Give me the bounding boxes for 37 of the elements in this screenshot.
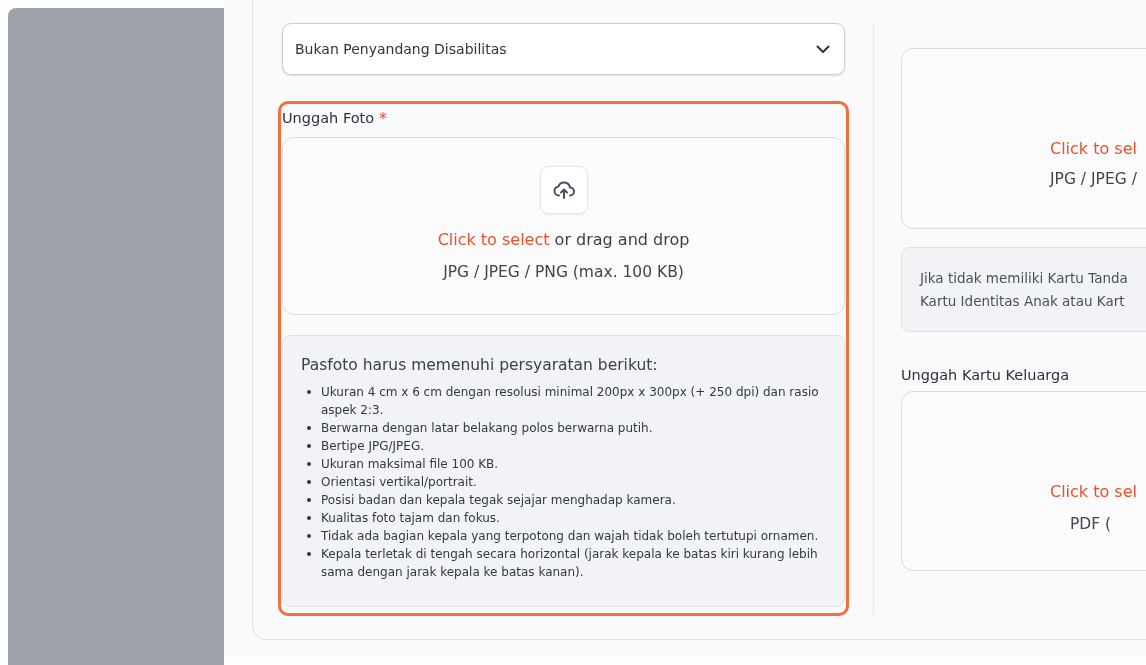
select-file-link[interactable]: Click to sel [1050,482,1146,501]
upload-dropzone[interactable]: Click to select or drag and drop JPG / JPEG / PNG (max. 100 KB) [282,137,845,315]
bullet-icon [307,480,311,484]
requirement-text: Bertipe JPG/JPEG. [321,438,424,455]
cloud-upload-icon [539,166,588,214]
note-text: Jika tidak memiliki Kartu Tanda [920,269,1129,288]
requirement-text: Ukuran maksimal file 100 KB. [321,456,499,473]
bullet-icon [307,516,311,520]
file-format-hint: PDF ( [1069,515,1113,533]
bullet-icon [307,426,311,430]
required-mark: * [379,110,387,128]
field-label: Unggah Kartu Keluarga [901,367,1071,383]
chevron-down-icon [816,44,830,54]
upload-dropzone[interactable]: Click to sel PDF ( [901,391,1146,571]
requirement-text: Orientasi vertikal/portrait. [321,474,477,491]
requirements-title: Pasfoto harus memenuhi persyaratan berikut: [301,356,659,374]
field-label: Unggah Foto [282,110,375,126]
requirement-text: Posisi badan dan kepala tegak sejajar menghadap kamera. [321,492,676,509]
requirement-text: Berwarna dengan latar belakang polos berwarna putih. [321,420,653,437]
upload-instruction: Click to select or drag and drop [437,230,690,249]
file-format-hint: JPG / JPEG / [1050,170,1138,188]
select-file-link[interactable]: Click to select [437,230,550,249]
requirement-text: Kualitas foto tajam dan fokus. [321,510,500,527]
requirement-text: Kepala terletak di tengah secara horizontal (jarak kepala ke batas kiri kurang lebih sama dengan jarak kepala ke batas kanan). [321,546,819,581]
upload-dropzone[interactable]: Click to sel JPG / JPEG / [901,48,1146,229]
bullet-icon [307,462,311,466]
bullet-icon [307,498,311,502]
file-format-hint: JPG / JPEG / PNG (max. 100 KB) [443,263,684,281]
select-file-link[interactable]: Click to sel [1050,139,1146,158]
bullet-icon [307,552,311,556]
bullet-icon [307,444,311,448]
requirement-text: Tidak ada bagian kepala yang terpotong dan wajah tidak boleh tertutupi ornamen. [321,528,819,545]
bullet-icon [307,534,311,538]
note-text: Kartu Identitas Anak atau Kart [920,292,1126,311]
requirement-text: Ukuran 4 cm x 6 cm dengan resolusi minimal 200px x 300px (+ 250 dpi) dan rasio aspek 2:3. [321,384,820,419]
bullet-icon [307,390,311,394]
disability-select[interactable]: Bukan Penyandang Disabilitas [282,23,845,75]
